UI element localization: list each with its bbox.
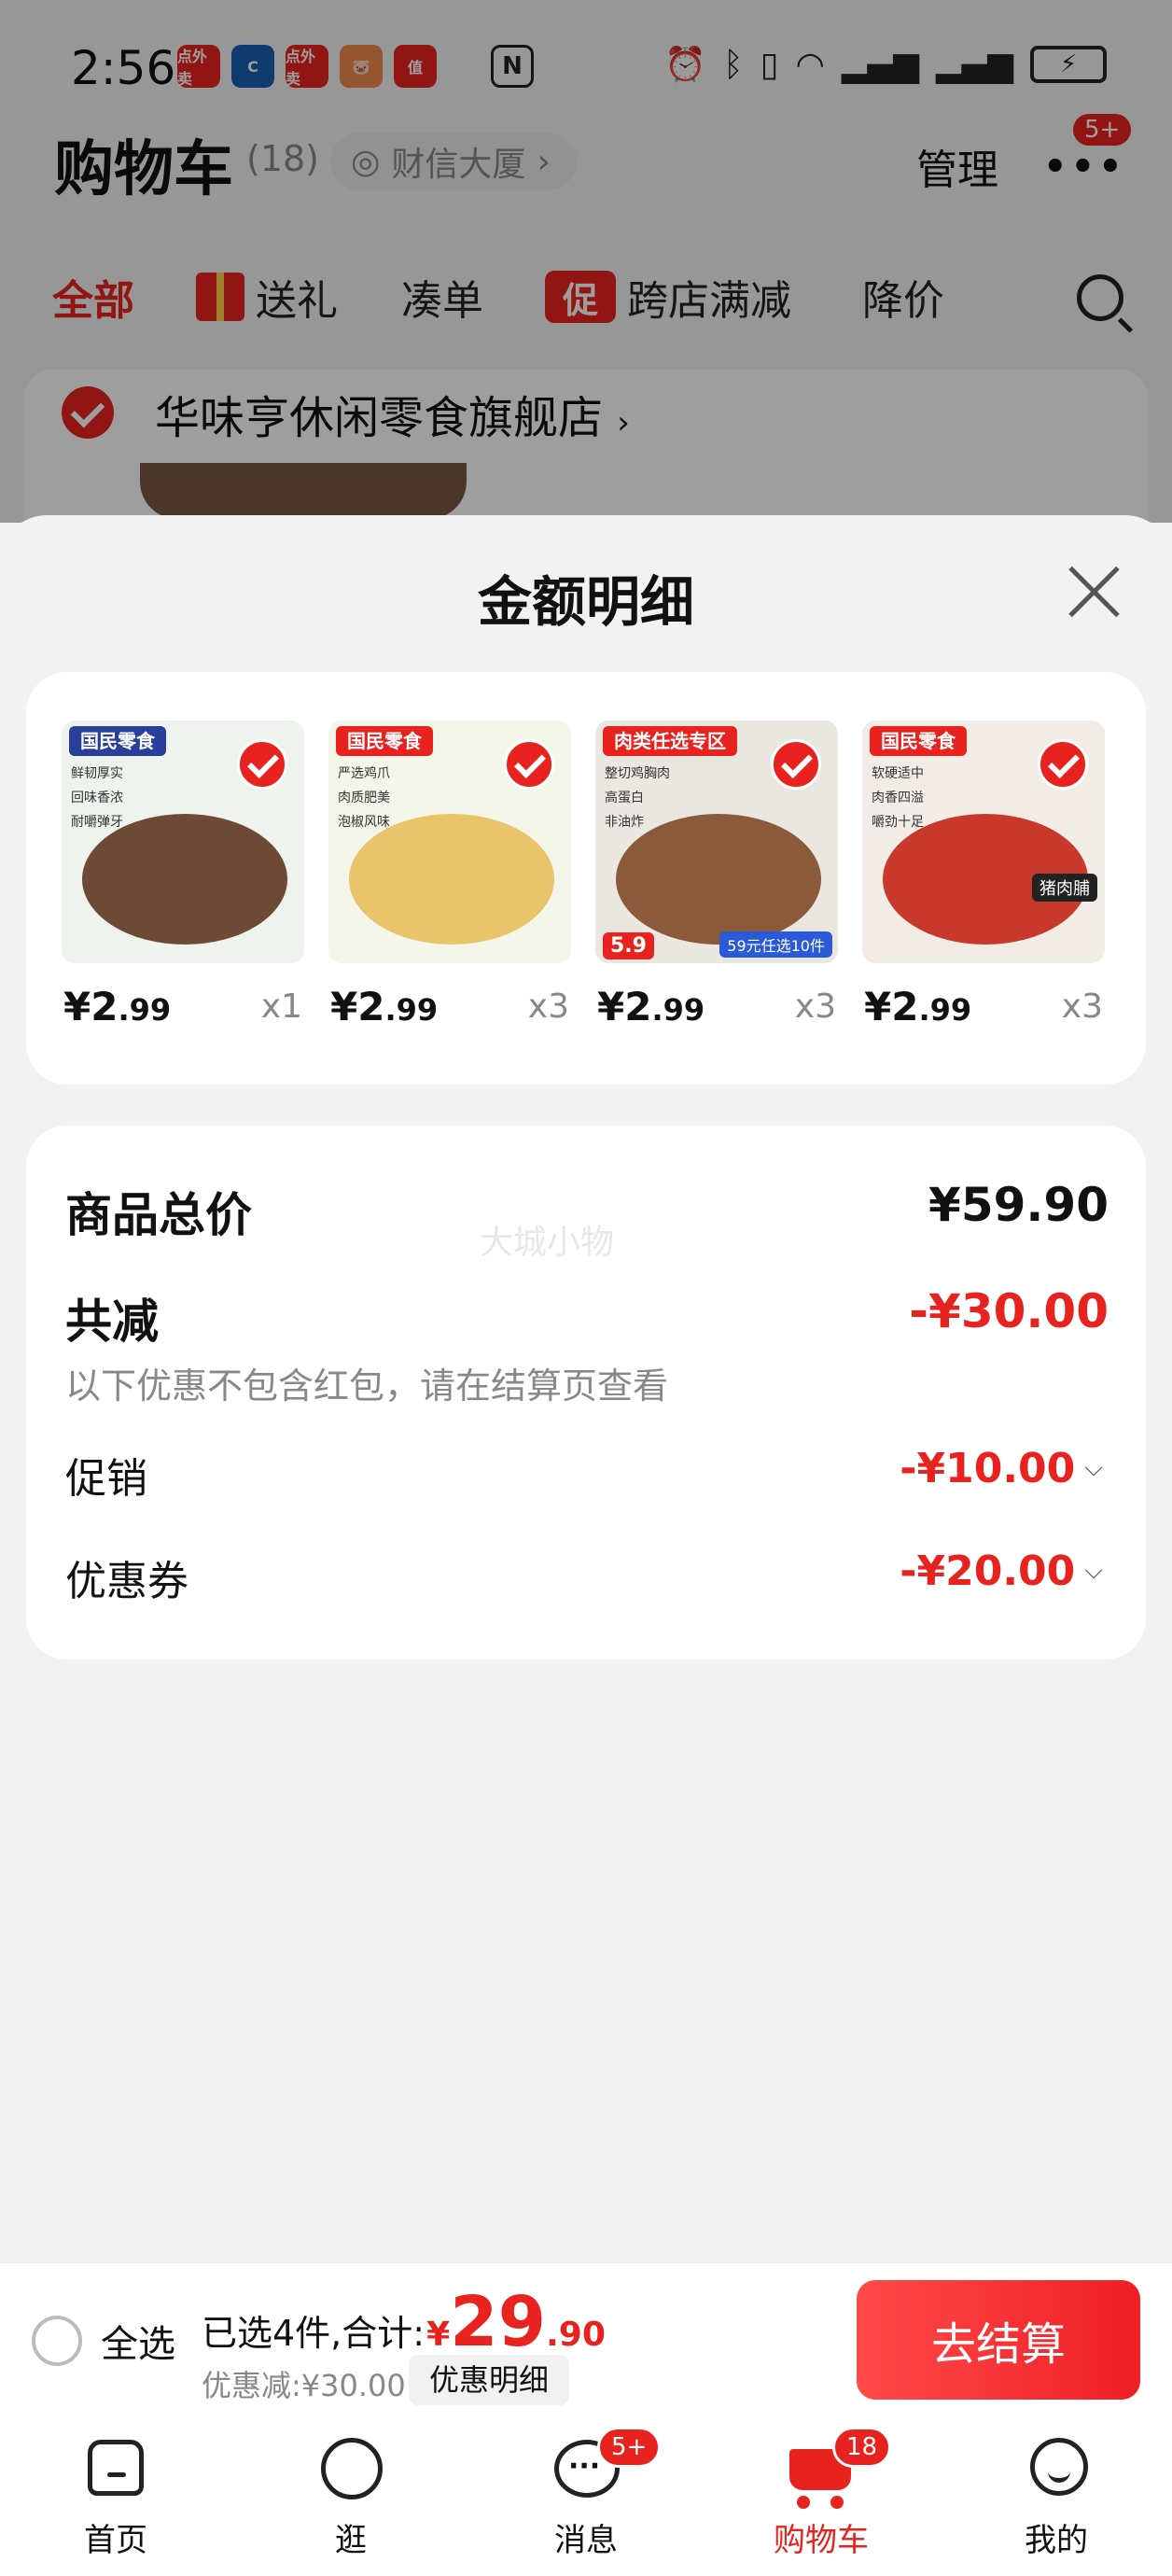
- checkout-button[interactable]: 去结算: [857, 2280, 1140, 2400]
- food-image: [349, 814, 554, 945]
- watermark: 大城小物: [480, 1224, 615, 1262]
- tab-profile[interactable]: 我的: [982, 2434, 1131, 2560]
- checkout-bar: 全选 已选4件,合计: ¥ 29 .90 优惠减:¥30.00 优惠明细 去结算: [0, 2262, 1172, 2417]
- product-quantity: x3: [527, 987, 569, 1026]
- feature-tag: 高蛋白: [605, 791, 644, 805]
- tab-label: 消息: [554, 2522, 618, 2559]
- product-quantity: x1: [260, 987, 302, 1026]
- feature-tag: 鲜韧厚实: [71, 766, 123, 781]
- bottom-tab-bar: 首页 逛 5+ 消息 18 购物车 我的: [0, 2417, 1172, 2576]
- coupon-value-toggle[interactable]: -¥20.00 ⌵: [900, 1547, 1103, 1595]
- total-value: ¥59.90: [928, 1178, 1109, 1232]
- total-amount: 29: [450, 2282, 547, 2362]
- feature-tag: 泡椒风味: [338, 815, 390, 830]
- tab-browse[interactable]: 逛: [276, 2434, 426, 2560]
- feature-tag: 非油炸: [605, 815, 644, 830]
- select-all-checkbox[interactable]: [32, 2316, 82, 2366]
- discount-note: 以下优惠不包含红包，请在结算页查看: [65, 1365, 669, 1407]
- selected-check-icon[interactable]: [237, 739, 287, 790]
- promo-label: 促销: [65, 1455, 147, 1503]
- amount-detail-sheet: 金额明细 国民零食 鲜韧厚实 回味香浓 耐嚼弹牙 ¥2.99 x1 国民零食 严…: [0, 515, 1172, 2262]
- summary-card: 大城小物 商品总价 ¥59.90 共减 -¥30.00 以下优惠不包含红包，请在…: [26, 1126, 1146, 1659]
- discount-detail-button[interactable]: 优惠明细: [409, 2355, 570, 2405]
- message-badge: 5+: [597, 2427, 662, 2468]
- selected-check-icon[interactable]: [1038, 739, 1088, 790]
- reduce-label: 共减: [65, 1295, 159, 1349]
- promo-text: 59元任选10件: [719, 931, 832, 958]
- feature-tag: 嚼劲十足: [872, 815, 924, 830]
- feature-tag: 整切鸡胸肉: [605, 766, 670, 781]
- product-price: ¥2.99: [864, 984, 972, 1029]
- promo-value: -¥10.00: [900, 1445, 1076, 1492]
- brand-tag: 国民零食: [69, 726, 166, 756]
- product-label: 猪肉脯: [1032, 874, 1097, 902]
- product-price: ¥2.99: [330, 984, 439, 1029]
- feature-tag: 肉质肥美: [338, 791, 390, 805]
- close-icon[interactable]: [1066, 564, 1122, 620]
- tab-messages[interactable]: 5+ 消息: [511, 2427, 662, 2560]
- product-image: 国民零食 软硬适中 肉香四溢 嚼劲十足 猪肉脯: [862, 721, 1105, 963]
- cart-badge: 18: [832, 2427, 892, 2468]
- brand-tag: 国民零食: [870, 726, 967, 756]
- product-item[interactable]: 国民零食 严选鸡爪 肉质肥美 泡椒风味 ¥2.99 x3: [328, 721, 571, 1029]
- product-image: 肉类任选专区 整切鸡胸肉 高蛋白 非油炸 5.9 59元任选10件: [595, 721, 838, 963]
- selected-summary: 已选4件,合计: ¥ 29 .90: [202, 2282, 606, 2362]
- promo-price-badge: 5.9: [603, 932, 654, 959]
- browse-icon: [321, 2438, 383, 2499]
- food-image: [616, 814, 821, 945]
- discount-summary: 优惠减:¥30.00: [202, 2368, 406, 2403]
- tab-label: 我的: [1025, 2522, 1088, 2559]
- product-image: 国民零食 严选鸡爪 肉质肥美 泡椒风味: [328, 721, 571, 963]
- feature-tag: 软硬适中: [872, 766, 924, 781]
- food-image: [82, 814, 287, 945]
- selected-check-icon[interactable]: [771, 739, 821, 790]
- brand-tag: 国民零食: [336, 726, 433, 756]
- feature-tag: 耐嚼弹牙: [71, 815, 123, 830]
- sheet-title: 金额明细: [477, 570, 694, 634]
- feature-tag: 回味香浓: [71, 791, 123, 805]
- product-price: ¥2.99: [597, 984, 705, 1029]
- tab-label: 首页: [84, 2522, 147, 2559]
- product-item[interactable]: 肉类任选专区 整切鸡胸肉 高蛋白 非油炸 5.9 59元任选10件 ¥2.99 …: [595, 721, 838, 1029]
- selected-check-icon[interactable]: [504, 739, 554, 790]
- product-quantity: x3: [1061, 987, 1103, 1026]
- tab-label: 购物车: [774, 2522, 869, 2559]
- product-item[interactable]: 国民零食 软硬适中 肉香四溢 嚼劲十足 猪肉脯 ¥2.99 x3: [862, 721, 1105, 1029]
- coupon-value: -¥20.00: [900, 1547, 1076, 1595]
- feature-tag: 严选鸡爪: [338, 766, 390, 781]
- feature-tag: 肉香四溢: [872, 791, 924, 805]
- brand-tag: 肉类任选专区: [603, 726, 737, 756]
- modal-overlay[interactable]: [0, 0, 1172, 523]
- product-price: ¥2.99: [63, 984, 172, 1029]
- reduce-value: -¥30.00: [909, 1284, 1109, 1338]
- product-quantity: x3: [794, 987, 836, 1026]
- product-image: 国民零食 鲜韧厚实 回味香浓 耐嚼弹牙: [62, 721, 304, 963]
- promo-value-toggle[interactable]: -¥10.00 ⌵: [900, 1445, 1103, 1492]
- tab-label: 逛: [335, 2522, 367, 2559]
- select-all-label[interactable]: 全选: [101, 2314, 175, 2368]
- home-icon: [88, 2440, 144, 2496]
- chevron-down-icon: ⌵: [1084, 1454, 1103, 1482]
- chevron-down-icon: ⌵: [1084, 1557, 1103, 1585]
- tab-home[interactable]: 首页: [41, 2434, 190, 2560]
- product-item[interactable]: 国民零食 鲜韧厚实 回味香浓 耐嚼弹牙 ¥2.99 x1: [62, 721, 304, 1029]
- coupon-label: 优惠券: [65, 1558, 188, 1605]
- profile-icon: [1030, 2438, 1088, 2496]
- products-card: 国民零食 鲜韧厚实 回味香浓 耐嚼弹牙 ¥2.99 x1 国民零食 严选鸡爪 肉…: [26, 672, 1146, 1085]
- total-label: 商品总价: [65, 1188, 252, 1242]
- tab-cart[interactable]: 18 购物车: [746, 2427, 896, 2560]
